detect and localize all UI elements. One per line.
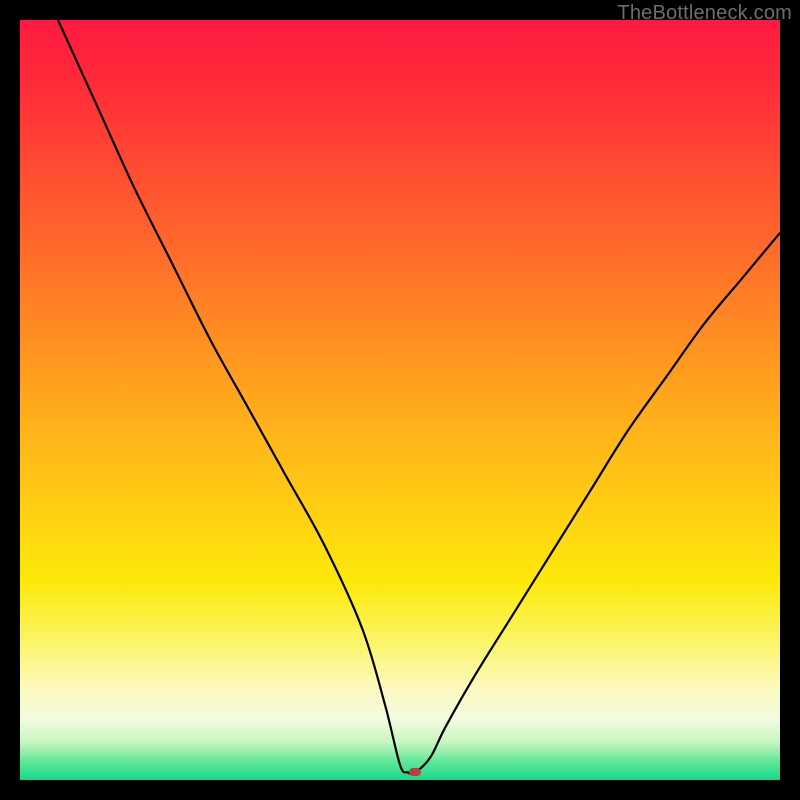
- optimum-marker: [409, 768, 421, 776]
- curve-path: [58, 20, 780, 774]
- bottleneck-curve: [20, 20, 780, 780]
- chart-frame: TheBottleneck.com: [0, 0, 800, 800]
- plot-area: [20, 20, 780, 780]
